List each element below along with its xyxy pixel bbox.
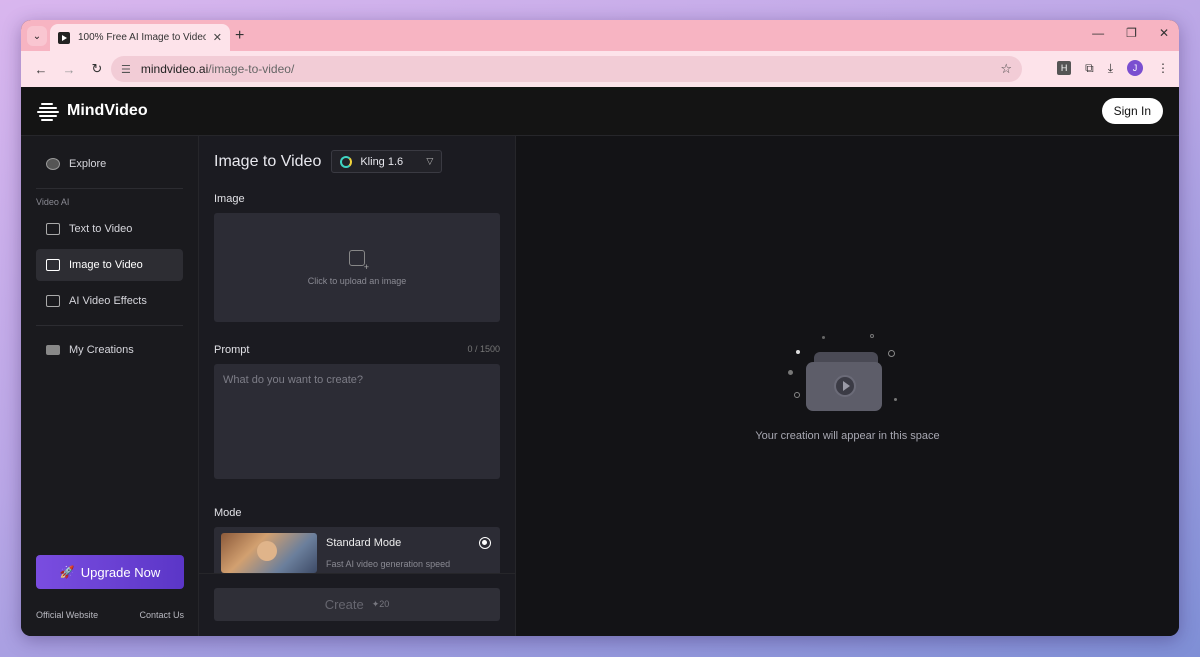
address-bar[interactable]: ☰ mindvideo.ai/image-to-video/ ☆ [111, 56, 1022, 82]
add-image-icon [349, 249, 369, 272]
reload-button[interactable]: ↻ [87, 61, 107, 77]
empty-state-text: Your creation will appear in this space [755, 430, 940, 442]
url-text: mindvideo.ai/image-to-video/ [140, 62, 295, 76]
contact-us-link[interactable]: Contact Us [139, 610, 184, 620]
sidebar-section-label: Video AI [36, 197, 70, 207]
preview-area: Your creation will appear in this space [516, 136, 1179, 636]
mode-label: Mode [214, 507, 242, 519]
back-button[interactable]: ← [31, 62, 51, 77]
browser-window: ⌄ 100% Free AI Image to Video C ✕ + — ❐ … [21, 20, 1179, 636]
sidebar-item-ai-video-effects[interactable]: AI Video Effects [36, 285, 183, 317]
tab-search-button[interactable]: ⌄ [27, 26, 47, 46]
prompt-label: Prompt 0 / 1500 [214, 344, 500, 356]
generation-form: Image to Video Kling 1.6 ▽ Image Click t… [199, 136, 516, 636]
download-icon[interactable]: ⤓ [1108, 61, 1113, 76]
extensions-puzzle-icon[interactable]: ⧉ [1085, 61, 1094, 76]
sidebar-item-image-to-video[interactable]: Image to Video [36, 249, 183, 281]
extension-h-icon[interactable]: H [1057, 61, 1072, 75]
profile-avatar[interactable]: J [1127, 60, 1143, 76]
upgrade-now-button[interactable]: 🚀 Upgrade Now [36, 555, 184, 589]
kling-logo-icon [340, 155, 353, 168]
mode-option-standard[interactable]: Standard Mode Fast AI video generation s… [214, 527, 500, 573]
close-tab-icon[interactable]: ✕ [213, 31, 222, 44]
sidebar-item-my-creations[interactable]: My Creations [36, 334, 183, 366]
create-button[interactable]: Create ✦20 [214, 588, 500, 621]
sidebar-divider [36, 325, 183, 326]
sidebar-item-text-to-video[interactable]: Text to Video [36, 213, 183, 245]
model-select[interactable]: Kling 1.6 ▽ [331, 150, 443, 173]
sidebar-divider [36, 188, 183, 189]
tab-bar: ⌄ 100% Free AI Image to Video C ✕ + — ❐ … [21, 20, 1179, 51]
brand-name[interactable]: MindVideo [67, 102, 148, 120]
chevron-down-icon: ⌄ [32, 30, 42, 42]
tab-title: 100% Free AI Image to Video C [78, 32, 206, 43]
browser-tab[interactable]: 100% Free AI Image to Video C ✕ [50, 24, 230, 51]
site-info-icon[interactable]: ☰ [121, 63, 131, 76]
close-window-icon[interactable]: ✕ [1159, 26, 1169, 40]
minimize-icon[interactable]: — [1092, 26, 1104, 40]
official-website-link[interactable]: Official Website [36, 610, 98, 620]
sidebar-item-explore[interactable]: Explore [36, 148, 183, 180]
mode-name: Standard Mode [326, 537, 402, 549]
page-title: Image to Video [214, 152, 322, 170]
mode-description: Fast AI video generation speed [326, 559, 451, 569]
prompt-char-counter: 0 / 1500 [467, 344, 500, 354]
image-label: Image [214, 193, 245, 205]
chevron-down-icon: ▽ [426, 156, 434, 166]
bookmark-star-icon[interactable]: ☆ [1000, 61, 1012, 77]
browser-toolbar: ← → ↻ ☰ mindvideo.ai/image-to-video/ ☆ H… [21, 51, 1179, 87]
forward-button[interactable]: → [59, 62, 79, 77]
empty-folder-illustration [784, 334, 912, 418]
mindvideo-logo-icon[interactable] [37, 101, 59, 121]
image-upload-area[interactable]: Click to upload an image [214, 213, 500, 322]
favicon-icon [58, 31, 70, 44]
more-menu-icon[interactable]: ⋮ [1157, 61, 1169, 75]
image-video-icon [46, 259, 60, 271]
sidebar: Explore Video AI Text to Video Image to … [21, 136, 199, 636]
mode-radio-selected[interactable] [479, 537, 491, 549]
prompt-textarea[interactable]: What do you want to create? [214, 364, 500, 479]
credit-cost: ✦20 [371, 599, 390, 609]
play-icon [834, 375, 856, 397]
text-video-icon [46, 223, 60, 235]
planet-icon [46, 158, 60, 170]
app-header: MindVideo Sign In [21, 87, 1179, 136]
video-effects-icon [46, 295, 60, 307]
restore-icon[interactable]: ❐ [1126, 26, 1137, 40]
folder-icon [46, 345, 60, 355]
sign-in-button[interactable]: Sign In [1101, 98, 1163, 124]
rocket-icon: 🚀 [59, 565, 75, 579]
mode-thumbnail [221, 533, 317, 573]
new-tab-button[interactable]: + [235, 27, 244, 45]
